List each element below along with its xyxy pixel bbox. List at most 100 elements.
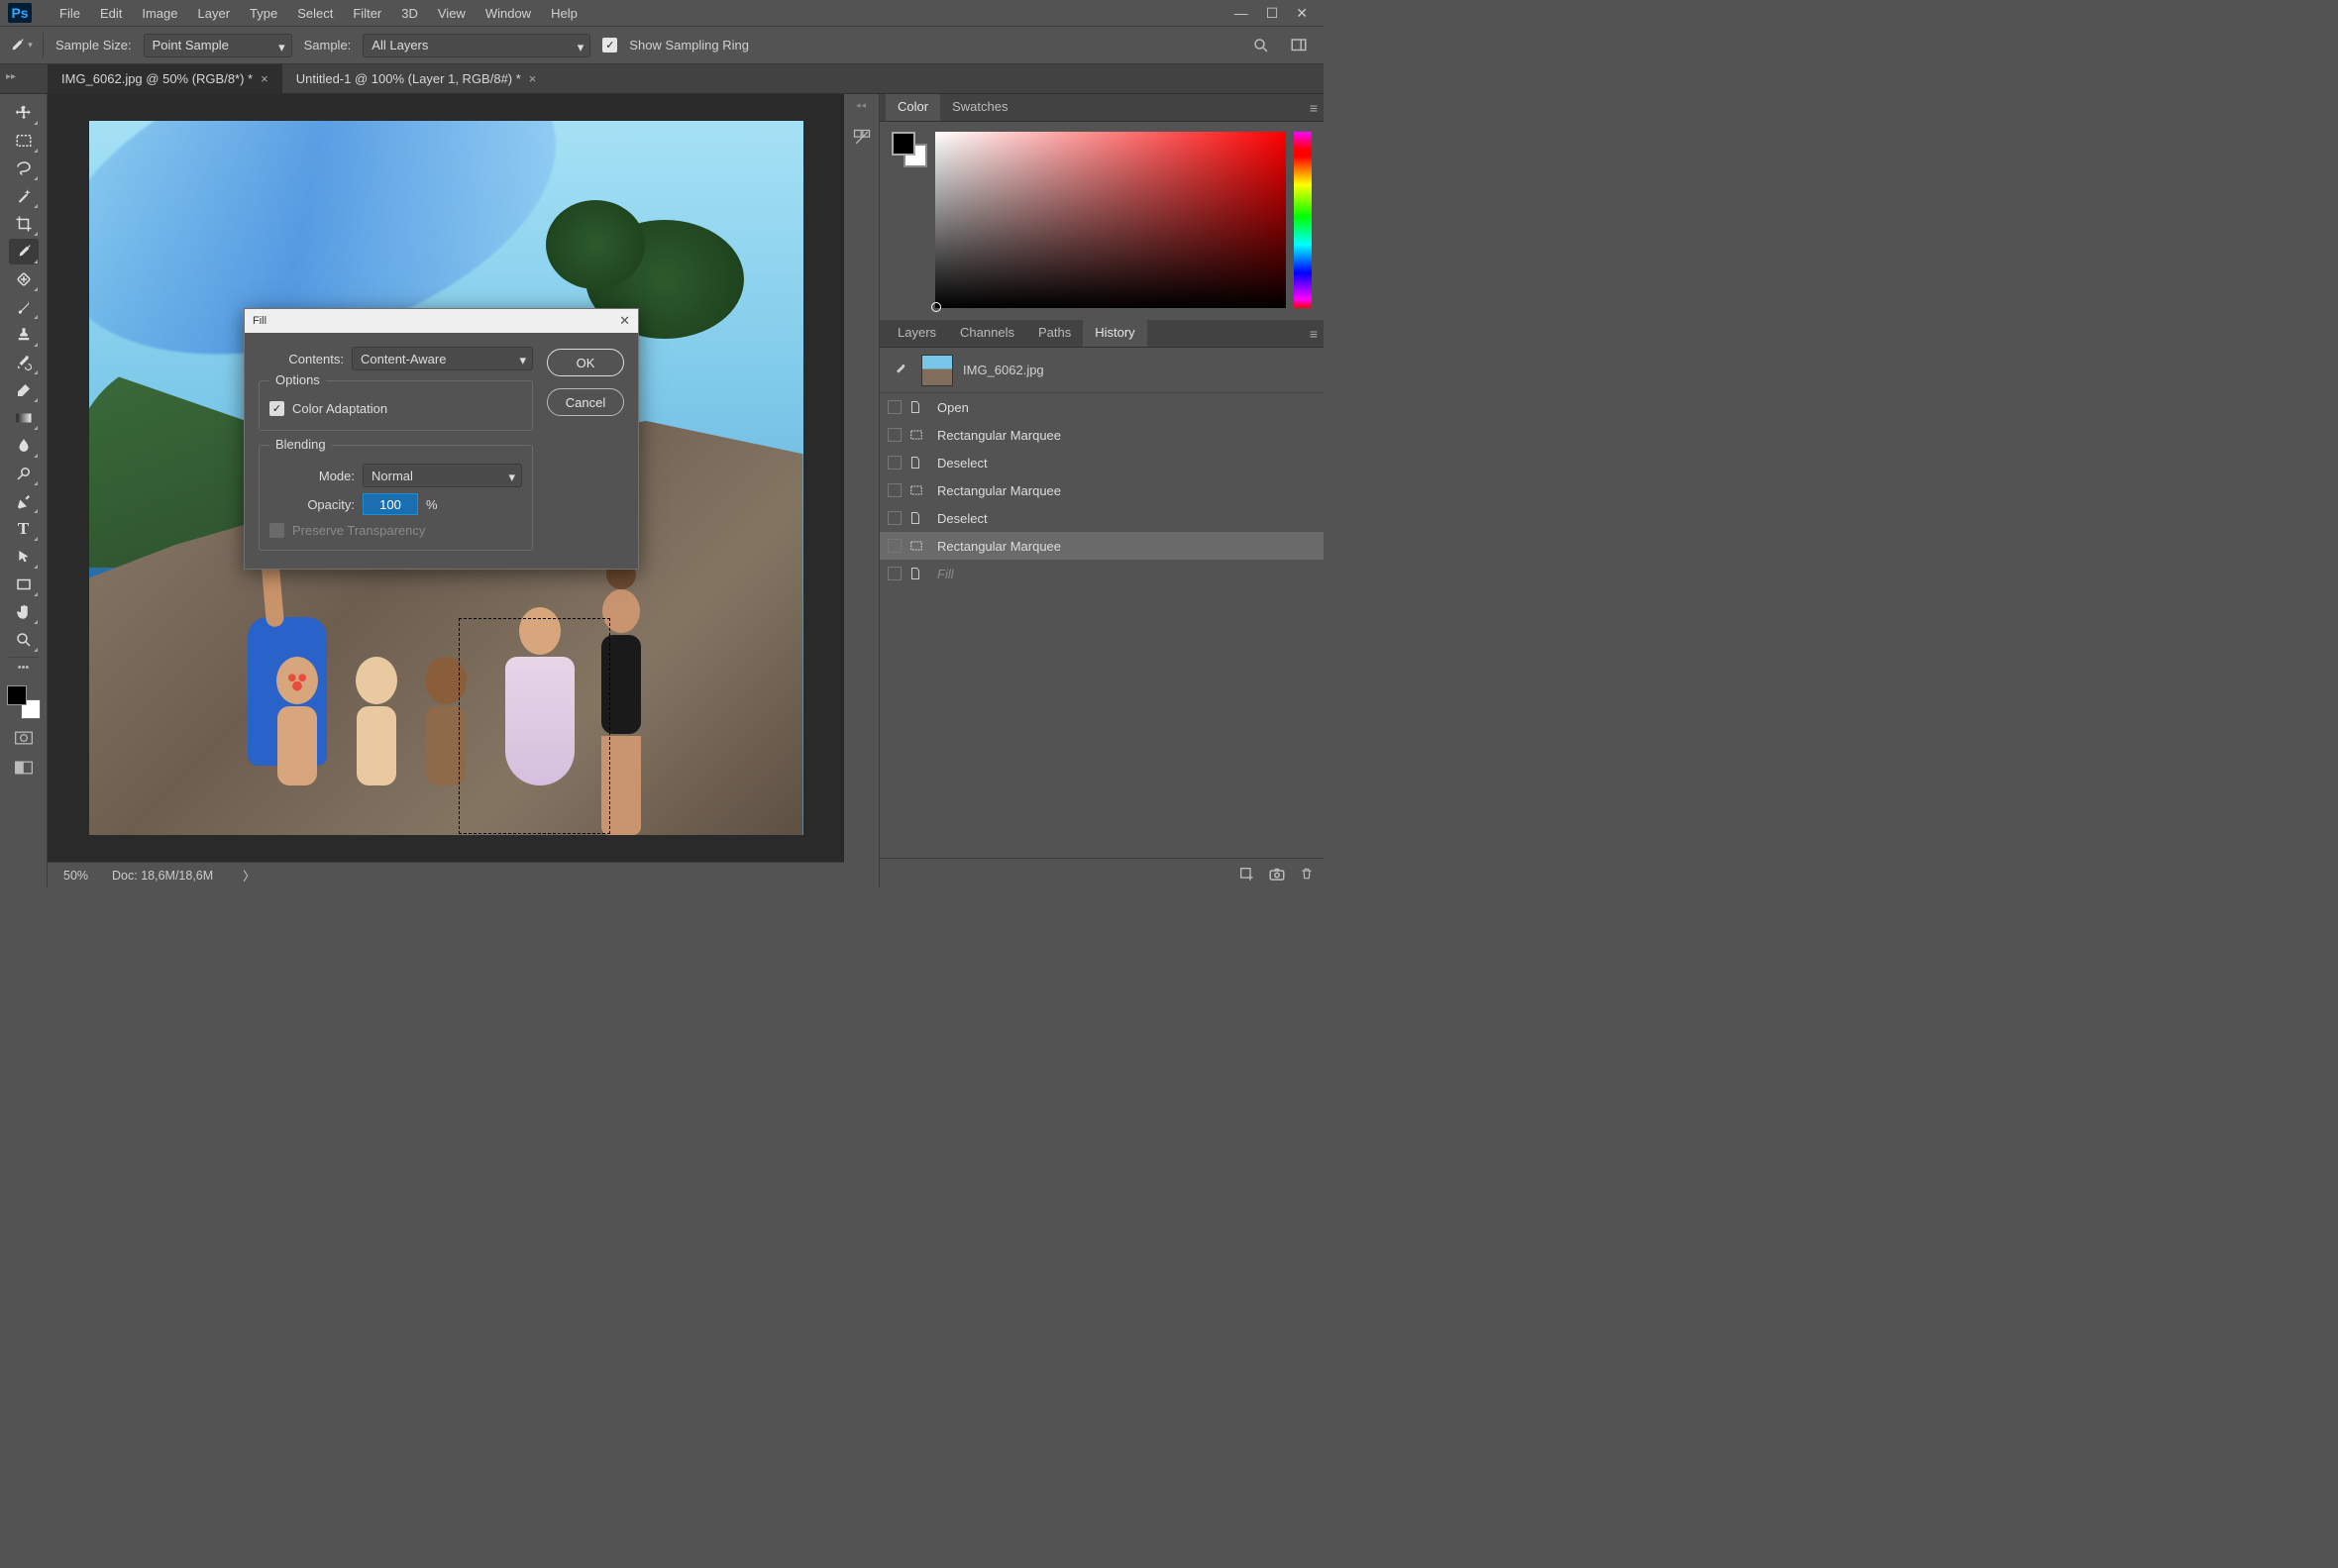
eyedropper-icon: ▾ xyxy=(8,33,44,58)
crop-tool[interactable] xyxy=(9,211,39,237)
panel-icon[interactable] xyxy=(849,125,875,151)
history-source-checkbox[interactable] xyxy=(888,539,902,553)
contents-dropdown[interactable]: Content-Aware▾ xyxy=(352,347,533,370)
history-source-checkbox[interactable] xyxy=(888,456,902,470)
saturation-value-picker[interactable] xyxy=(935,132,1286,308)
rect-marquee-tool[interactable] xyxy=(9,128,39,154)
hand-tool[interactable] xyxy=(9,599,39,625)
dialog-titlebar[interactable]: Fill ✕ xyxy=(245,309,638,333)
chevron-down-icon: ▾ xyxy=(508,470,515,485)
stamp-tool[interactable] xyxy=(9,322,39,348)
menu-filter[interactable]: Filter xyxy=(343,2,391,25)
snapshot-thumbnail[interactable] xyxy=(921,355,953,386)
ok-button[interactable]: OK xyxy=(547,349,624,376)
dialog-close-icon[interactable]: ✕ xyxy=(619,313,630,329)
workspace-icon[interactable] xyxy=(1288,35,1310,56)
color-swatches[interactable] xyxy=(7,685,41,719)
panel-menu-icon[interactable]: ≡ xyxy=(1310,100,1318,116)
tab-paths[interactable]: Paths xyxy=(1026,320,1083,347)
document-tab[interactable]: Untitled-1 @ 100% (Layer 1, RGB/8#) * × xyxy=(282,64,551,93)
brush-tool[interactable] xyxy=(9,294,39,320)
eraser-tool[interactable] xyxy=(9,377,39,403)
maximize-button[interactable]: ☐ xyxy=(1266,5,1279,22)
lasso-tool[interactable] xyxy=(9,156,39,181)
doc-size: Doc: 18,6M/18,6M xyxy=(112,869,213,883)
tab-channels[interactable]: Channels xyxy=(948,320,1026,347)
healing-brush-tool[interactable] xyxy=(9,266,39,292)
opacity-input[interactable] xyxy=(363,493,418,515)
color-adaptation-checkbox[interactable]: ✓ xyxy=(269,401,284,416)
menu-3d[interactable]: 3D xyxy=(391,2,428,25)
collapse-grip-icon[interactable]: ◂◂ xyxy=(856,100,867,111)
delete-state-icon[interactable] xyxy=(1300,866,1314,882)
sample-size-dropdown[interactable]: Point Sample▾ xyxy=(144,34,292,57)
menu-view[interactable]: View xyxy=(428,2,476,25)
eyedropper-tool[interactable] xyxy=(9,239,39,264)
zoom-level[interactable]: 50% xyxy=(63,869,88,883)
tab-color[interactable]: Color xyxy=(886,94,940,121)
history-state[interactable]: Rectangular Marquee xyxy=(880,476,1324,504)
show-sampling-ring-label: Show Sampling Ring xyxy=(629,38,749,52)
screen-mode-icon[interactable] xyxy=(11,757,37,779)
history-brush-source-icon[interactable] xyxy=(890,360,911,381)
tab-close-icon[interactable]: × xyxy=(529,71,537,86)
menu-image[interactable]: Image xyxy=(132,2,187,25)
history-state-label: Rectangular Marquee xyxy=(937,428,1061,443)
move-tool[interactable] xyxy=(9,100,39,126)
history-source-checkbox[interactable] xyxy=(888,483,902,497)
expand-handle-icon[interactable]: ▸▸ xyxy=(6,71,16,82)
more-tools-icon[interactable]: ••• xyxy=(18,662,30,674)
document-tab[interactable]: IMG_6062.jpg @ 50% (RGB/8*) *× xyxy=(48,64,282,93)
menu-window[interactable]: Window xyxy=(476,2,541,25)
magic-wand-tool[interactable] xyxy=(9,183,39,209)
search-icon[interactable] xyxy=(1250,35,1272,56)
menu-edit[interactable]: Edit xyxy=(90,2,132,25)
cancel-button[interactable]: Cancel xyxy=(547,388,624,416)
history-state[interactable]: Open xyxy=(880,393,1324,421)
type-tool[interactable]: T xyxy=(9,516,39,542)
hue-slider[interactable] xyxy=(1294,132,1312,308)
foreground-background-swatch[interactable] xyxy=(892,132,927,167)
mode-dropdown[interactable]: Normal▾ xyxy=(363,464,522,487)
history-state[interactable]: Rectangular Marquee xyxy=(880,421,1324,449)
dodge-tool[interactable] xyxy=(9,461,39,486)
gradient-tool[interactable] xyxy=(9,405,39,431)
options-fieldset: Options ✓ Color Adaptation xyxy=(259,380,533,431)
tab-history[interactable]: History xyxy=(1083,320,1146,347)
tab-swatches[interactable]: Swatches xyxy=(940,94,1019,121)
sample-dropdown[interactable]: All Layers▾ xyxy=(363,34,590,57)
history-state[interactable]: Fill xyxy=(880,560,1324,587)
pen-tool[interactable] xyxy=(9,488,39,514)
history-state[interactable]: Deselect xyxy=(880,449,1324,476)
history-source-checkbox[interactable] xyxy=(888,511,902,525)
snapshot-name[interactable]: IMG_6062.jpg xyxy=(963,363,1044,377)
quick-mask-icon[interactable] xyxy=(11,727,37,749)
menu-help[interactable]: Help xyxy=(541,2,587,25)
history-brush-tool[interactable] xyxy=(9,350,39,375)
history-source-checkbox[interactable] xyxy=(888,428,902,442)
tab-label: Untitled-1 @ 100% (Layer 1, RGB/8#) * xyxy=(296,71,521,86)
history-state[interactable]: Rectangular Marquee xyxy=(880,532,1324,560)
color-adaptation-label: Color Adaptation xyxy=(292,401,387,416)
path-select-tool[interactable] xyxy=(9,544,39,570)
menu-type[interactable]: Type xyxy=(240,2,287,25)
tab-close-icon[interactable]: × xyxy=(261,71,268,86)
history-source-checkbox[interactable] xyxy=(888,400,902,414)
zoom-tool[interactable] xyxy=(9,627,39,653)
menu-file[interactable]: File xyxy=(50,2,90,25)
rectangle-tool[interactable] xyxy=(9,572,39,597)
new-snapshot-icon[interactable] xyxy=(1268,866,1286,882)
show-sampling-ring-checkbox[interactable]: ✓ xyxy=(602,38,617,52)
history-source-checkbox[interactable] xyxy=(888,567,902,580)
menu-layer[interactable]: Layer xyxy=(188,2,241,25)
chevron-right-icon[interactable]: 〉 xyxy=(243,866,256,885)
history-state[interactable]: Deselect xyxy=(880,504,1324,532)
panel-menu-icon[interactable]: ≡ xyxy=(1310,326,1318,342)
minimize-button[interactable]: — xyxy=(1234,5,1248,22)
blur-tool[interactable] xyxy=(9,433,39,459)
close-button[interactable]: ✕ xyxy=(1296,5,1308,22)
menu-select[interactable]: Select xyxy=(287,2,343,25)
tab-layers[interactable]: Layers xyxy=(886,320,948,347)
collapsed-panel-strip: ◂◂ xyxy=(844,94,880,888)
new-document-from-state-icon[interactable] xyxy=(1238,866,1254,882)
